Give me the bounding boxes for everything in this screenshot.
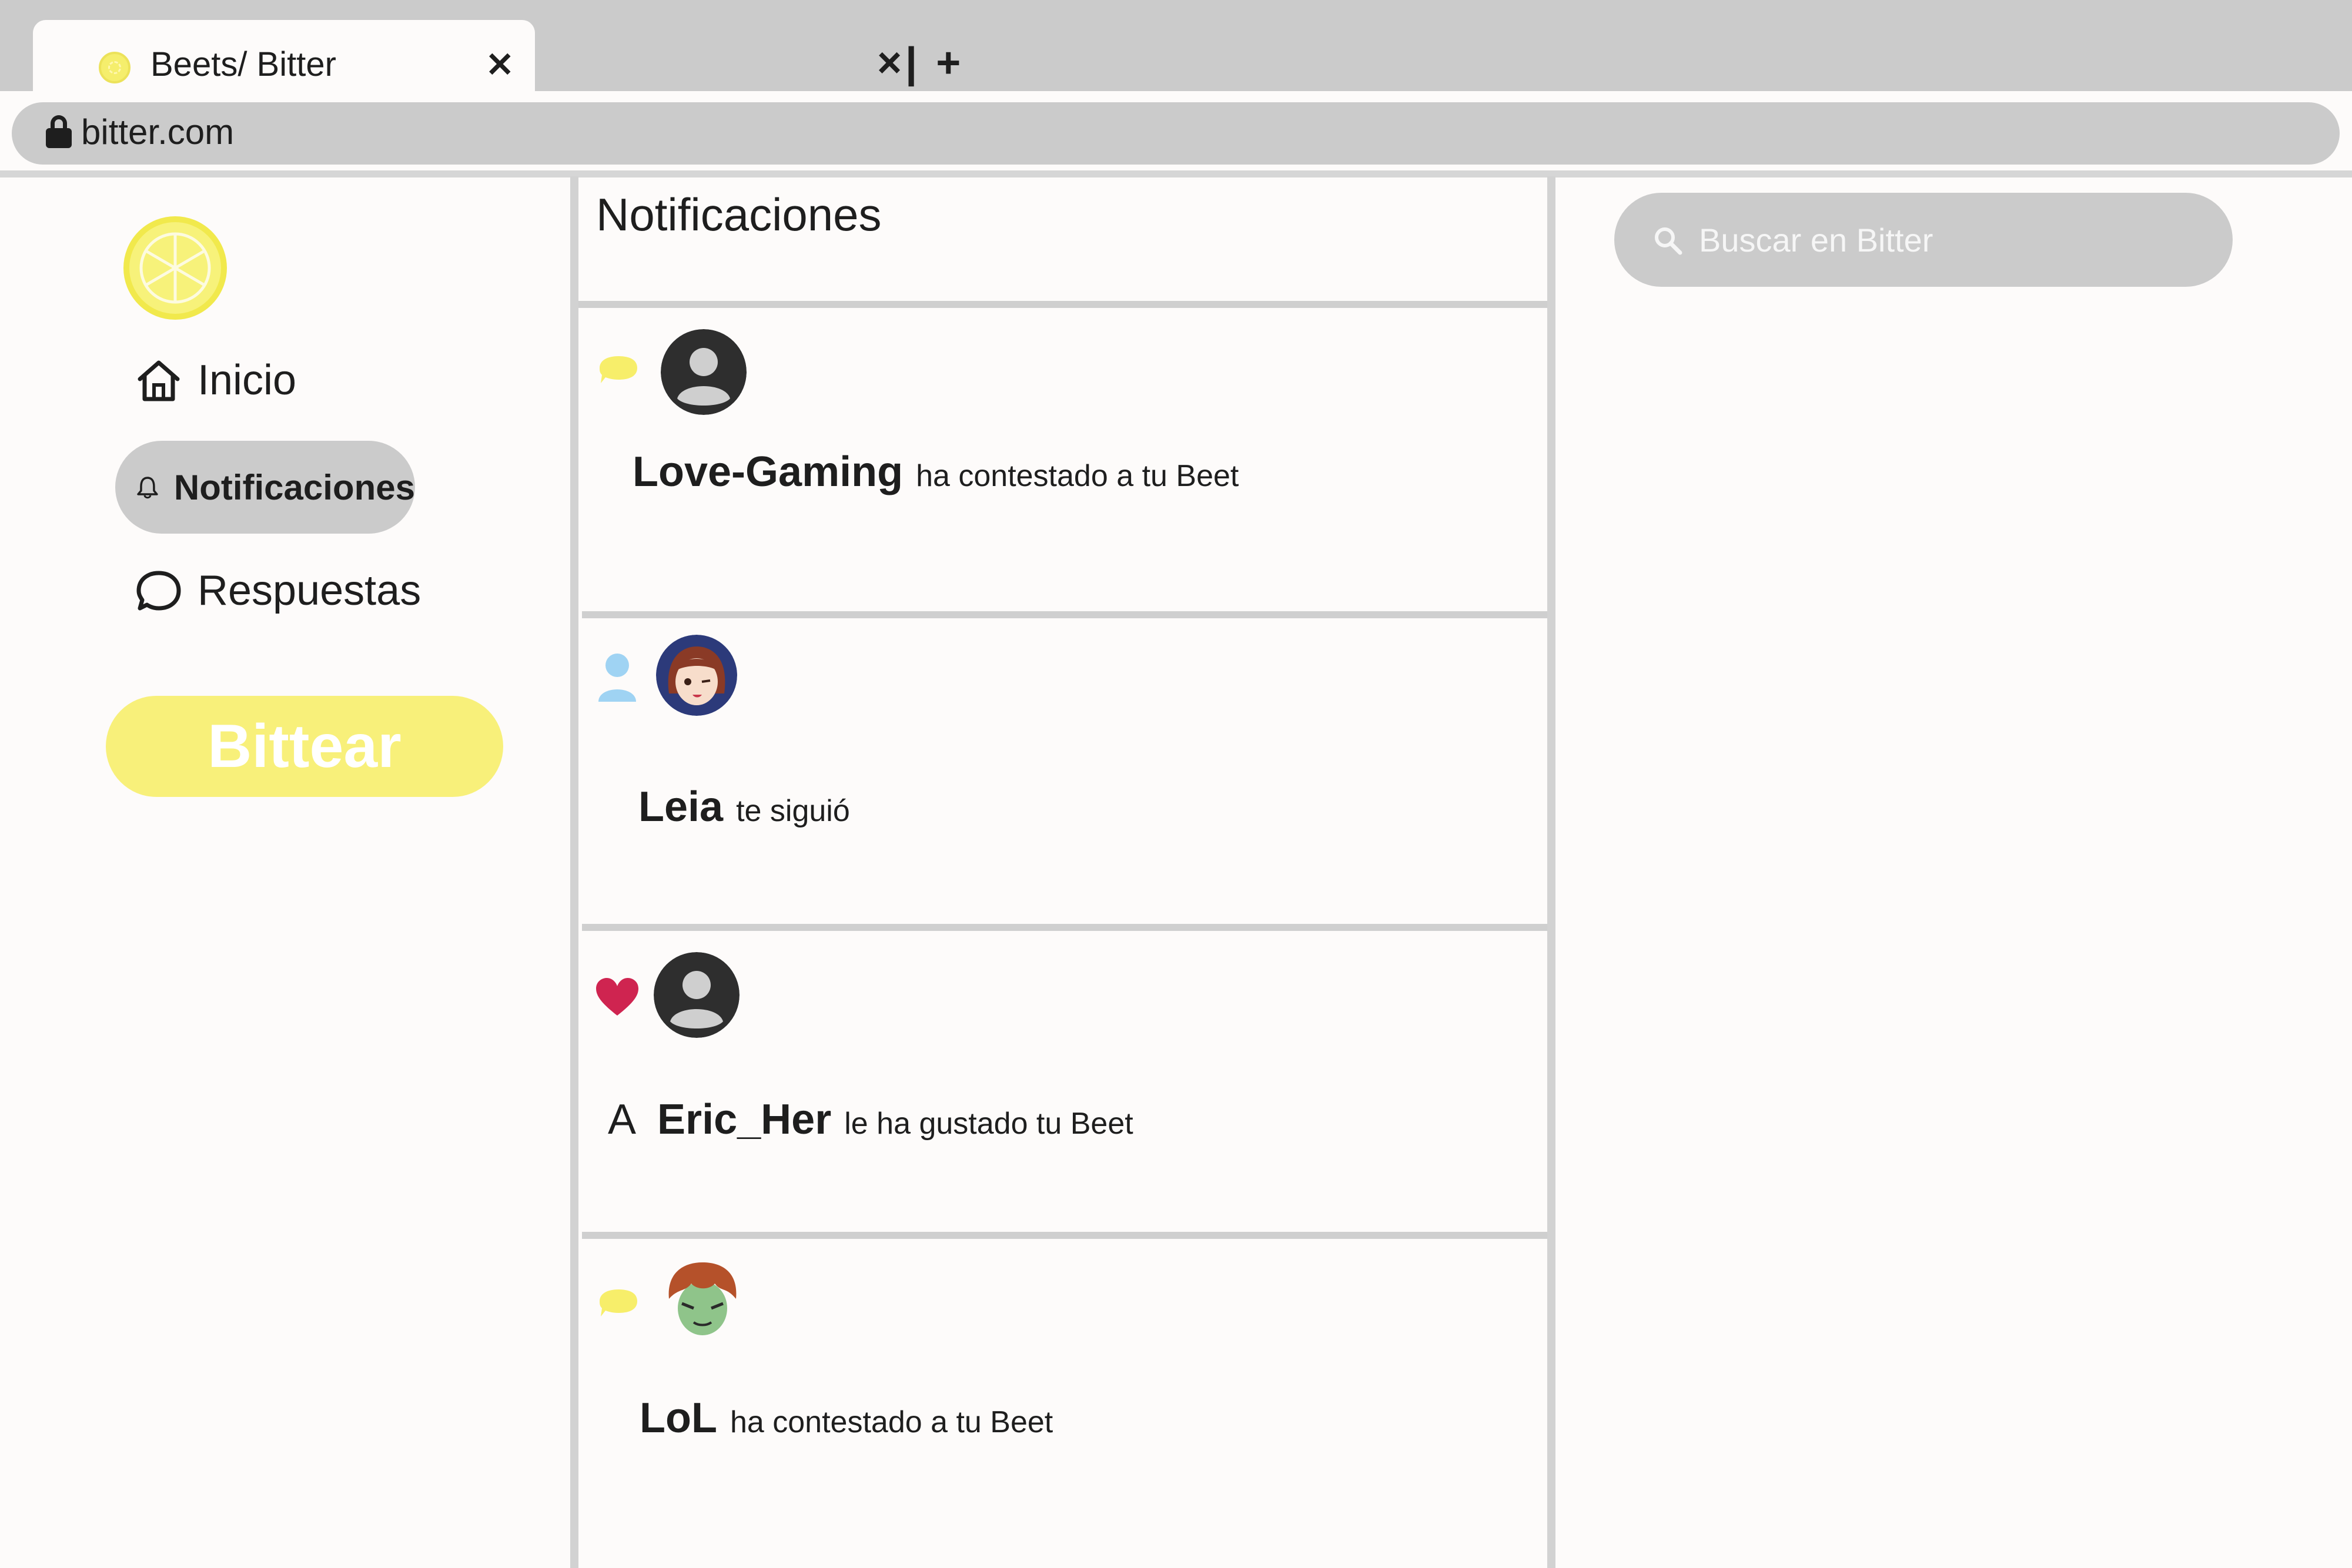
card-divider [582, 611, 1547, 618]
notification-text: LoL ha contestado a tu Beet [618, 1394, 1053, 1442]
column-divider [570, 176, 578, 1568]
bittear-button[interactable]: Bittear [106, 696, 503, 797]
speech-bubble-icon [136, 571, 181, 611]
blue-person-icon [598, 654, 636, 702]
page-title: Notificaciones [596, 189, 882, 240]
notification-user[interactable]: Eric_Her [657, 1095, 831, 1144]
bitter-lemon-logo[interactable] [123, 216, 227, 320]
sidebar-item-notificaciones[interactable]: Notificaciones [115, 441, 415, 534]
column-divider [1547, 176, 1555, 1568]
new-tab-controls[interactable]: ×| + [877, 39, 964, 87]
lemon-favicon-icon [99, 52, 131, 83]
sidebar-item-label: Inicio [198, 357, 297, 404]
search-icon [1655, 227, 1682, 255]
address-bar[interactable] [12, 102, 2340, 165]
notification-message: ha contestado a tu Beet [916, 459, 1239, 493]
chrome-divider [0, 170, 2352, 177]
notification-text: Leia te siguió [617, 783, 850, 831]
notification-text: Love-Gaming ha contestado a tu Beet [611, 448, 1239, 496]
default-avatar[interactable] [654, 952, 740, 1038]
sidebar-item-respuestas[interactable]: Respuestas [134, 558, 421, 623]
default-avatar[interactable] [661, 329, 747, 415]
tab-close-icon[interactable]: ✕ [486, 45, 514, 85]
notification-user[interactable]: LoL [640, 1394, 717, 1442]
yellow-speech-bubble-icon [600, 1289, 637, 1316]
lock-icon [46, 115, 72, 148]
red-heart-icon [596, 978, 638, 1016]
sidebar-item-label: Notificaciones [173, 467, 415, 507]
lol-avatar[interactable] [658, 1257, 747, 1345]
notification-item[interactable]: Love-Gaming ha contestado a tu Beet [578, 308, 1547, 618]
notification-user[interactable]: Love-Gaming [633, 448, 903, 496]
card-divider [582, 1232, 1547, 1239]
notification-item[interactable]: LoL ha contestado a tu Beet [578, 1239, 1547, 1568]
url-text[interactable]: bitter.com [81, 112, 234, 152]
header-divider [578, 301, 1547, 308]
sidebar-item-inicio[interactable]: Inicio [134, 348, 296, 413]
notification-item[interactable]: A Eric_Her le ha gustado tu Beet [578, 931, 1547, 1239]
tab-title: Beets/ Bitter [150, 45, 336, 83]
card-divider [582, 924, 1547, 931]
notification-prefix: A [608, 1096, 637, 1143]
leia-avatar[interactable] [656, 635, 737, 716]
notification-message: ha contestado a tu Beet [730, 1405, 1053, 1439]
sidebar-item-label: Respuestas [198, 567, 421, 614]
home-icon [138, 360, 180, 401]
notification-message: le ha gustado tu Beet [844, 1107, 1133, 1141]
notification-item[interactable]: Leia te siguió [578, 618, 1547, 931]
bell-icon [137, 477, 158, 499]
notification-message: te siguió [736, 794, 850, 828]
notification-user[interactable]: Leia [638, 783, 723, 831]
yellow-speech-bubble-icon [600, 356, 637, 383]
notification-text: A Eric_Her le ha gustado tu Beet [608, 1095, 1133, 1144]
search-placeholder: Buscar en Bitter [1699, 222, 1933, 259]
